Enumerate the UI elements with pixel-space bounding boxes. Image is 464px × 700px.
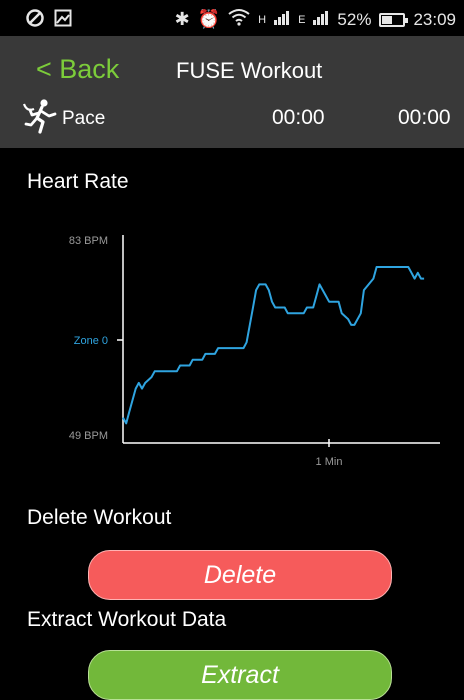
alarm-icon: ⏰ <box>197 9 221 29</box>
y-tick-label-zone: Zone 0 <box>74 335 108 347</box>
signal-icon-2 <box>313 9 329 30</box>
delete-button[interactable]: Delete <box>88 550 392 600</box>
shield-icon <box>26 9 44 32</box>
x-tick-label: 1 Min <box>316 456 343 468</box>
image-icon <box>54 9 72 32</box>
top-bar <box>0 36 464 148</box>
network-type-2: E <box>298 13 306 26</box>
battery-icon <box>379 12 409 27</box>
battery-percent: 52% <box>337 9 372 29</box>
back-button[interactable]: < Back <box>36 54 119 85</box>
heart-rate-label: Heart Rate <box>27 170 129 193</box>
bluetooth-icon: ✱ <box>174 9 190 29</box>
pace-time-2: 00:00 <box>398 106 451 129</box>
extract-workout-label: Extract Workout Data <box>27 608 227 631</box>
y-tick-label-min: 49 BPM <box>69 430 108 442</box>
delete-workout-label: Delete Workout <box>27 506 172 529</box>
pace-label: Pace <box>62 108 106 129</box>
signal-icon <box>274 9 290 30</box>
status-bar: ✱ ⏰ H E 52% 23:09 <box>0 0 464 36</box>
heart-rate-chart: 83 BPM Zone 0 49 BPM 1 Min <box>69 235 440 468</box>
runner-icon <box>22 99 57 134</box>
page-title: FUSE Workout <box>176 58 323 83</box>
battery-fill <box>382 15 393 24</box>
status-time: 23:09 <box>413 9 456 29</box>
wifi-icon <box>228 8 250 31</box>
network-type-1: H <box>258 13 267 26</box>
y-tick-label-max: 83 BPM <box>69 235 108 247</box>
pace-time-1: 00:00 <box>272 106 325 129</box>
extract-button[interactable]: Extract <box>88 650 392 700</box>
heart-rate-line <box>122 266 425 425</box>
